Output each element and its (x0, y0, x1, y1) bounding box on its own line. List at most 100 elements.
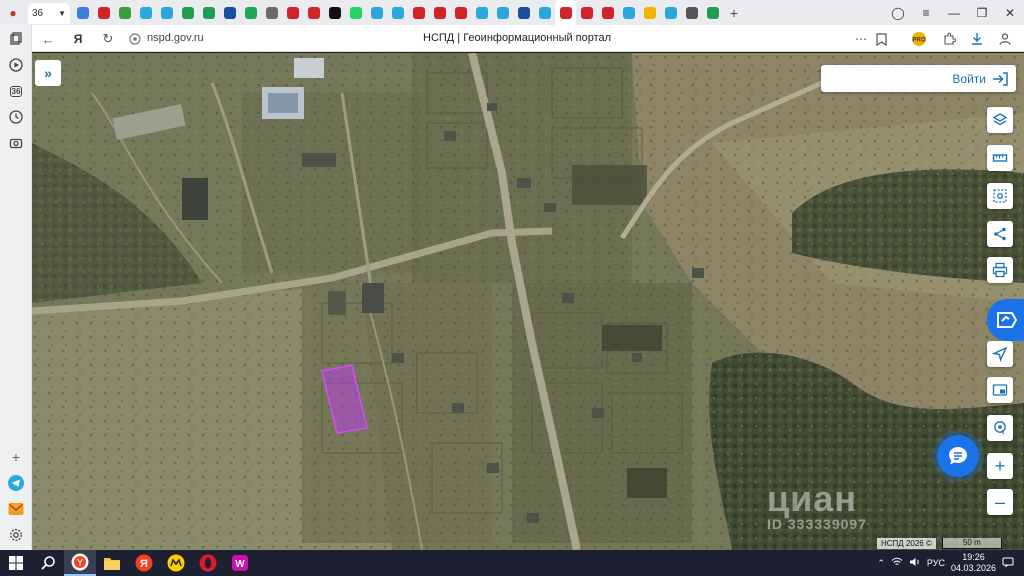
browser-tab[interactable] (282, 0, 303, 25)
browser-tab[interactable] (387, 0, 408, 25)
clock[interactable]: 19:26 04.03.2026 (951, 552, 996, 574)
reload-icon[interactable]: ↻ (98, 29, 118, 49)
browser-tab[interactable] (576, 0, 597, 25)
chat-button[interactable] (937, 435, 979, 477)
extensions-icon[interactable] (940, 30, 958, 48)
browser-tab[interactable] (534, 0, 555, 25)
history-icon[interactable] (6, 107, 26, 127)
notifications-icon[interactable] (1002, 557, 1014, 570)
counter-36-label: 36 (9, 85, 23, 97)
network-icon[interactable] (891, 557, 903, 569)
minimize-icon[interactable]: — (940, 6, 968, 20)
browser-tab[interactable] (198, 0, 219, 25)
tab-favicon-icon (391, 6, 404, 19)
yandex-icon[interactable]: Я (128, 550, 160, 576)
browser-tab[interactable] (429, 0, 450, 25)
wildberries-icon[interactable]: W (224, 550, 256, 576)
address-url[interactable]: nspd.gov.ru (147, 32, 204, 44)
mail-icon[interactable] (6, 499, 26, 519)
yandex-icon[interactable]: Я (68, 29, 88, 49)
browser-tab[interactable] (72, 0, 93, 25)
login-button[interactable]: Войти (821, 65, 1016, 92)
map-viewport[interactable]: » Войти + – циан ID 333339097 НСПД 2026 … (32, 53, 1024, 550)
locate-button[interactable] (987, 341, 1013, 367)
site-info-icon[interactable] (125, 29, 145, 49)
zoom-in-button[interactable]: + (987, 453, 1013, 479)
share-button[interactable] (987, 221, 1013, 247)
tab-favicon-icon (685, 6, 698, 19)
yandex-browser-icon[interactable]: Y (64, 550, 96, 576)
browser-tab[interactable] (114, 0, 135, 25)
downloads-icon[interactable] (968, 30, 986, 48)
chevron-down-icon[interactable]: ▼ (58, 9, 66, 18)
browser-tab[interactable] (639, 0, 660, 25)
telegram-icon[interactable] (6, 473, 26, 493)
bookmark-icon[interactable] (872, 30, 890, 48)
select-area-button[interactable] (987, 183, 1013, 209)
volume-icon[interactable] (909, 557, 921, 569)
ruler-icon (992, 154, 1008, 162)
browser-logo-icon[interactable]: ● (0, 0, 26, 25)
file-explorer-icon[interactable] (96, 550, 128, 576)
print-button[interactable] (987, 257, 1013, 283)
add-icon[interactable]: + (6, 447, 26, 467)
extension-pro-icon[interactable]: PRO (910, 30, 928, 48)
tab-counter[interactable]: 36 ▼ (28, 3, 70, 24)
browser-tab[interactable] (177, 0, 198, 25)
play-icon[interactable] (6, 55, 26, 75)
browser-tab[interactable] (219, 0, 240, 25)
screen-button[interactable] (987, 377, 1013, 403)
browser-tab[interactable] (597, 0, 618, 25)
collections-icon[interactable] (6, 29, 26, 49)
browser-tab[interactable] (660, 0, 681, 25)
keyboard-language[interactable]: РУС (927, 558, 945, 568)
browser-tab[interactable] (450, 0, 471, 25)
settings-icon[interactable] (6, 525, 26, 545)
more-options-icon[interactable]: ⋯ (852, 30, 870, 48)
tray-overflow-icon[interactable]: ⌃ (877, 558, 885, 569)
profile-icon[interactable]: ◯ (884, 6, 912, 20)
zoom-out-button[interactable]: – (987, 489, 1013, 515)
browser-tab[interactable] (135, 0, 156, 25)
restore-icon[interactable]: ❐ (968, 6, 996, 20)
browser-tab[interactable] (492, 0, 513, 25)
browser-tab[interactable] (513, 0, 534, 25)
opera-icon[interactable] (192, 550, 224, 576)
account-icon[interactable] (996, 30, 1014, 48)
widget-icon (997, 312, 1018, 328)
browser-tab[interactable] (261, 0, 282, 25)
side-widget-button[interactable] (987, 299, 1024, 341)
browser-tab[interactable] (366, 0, 387, 25)
search-icon[interactable] (32, 550, 64, 576)
browser-tab[interactable] (408, 0, 429, 25)
browser-tab[interactable] (681, 0, 702, 25)
layers-button[interactable] (987, 107, 1013, 133)
browser-tab[interactable] (471, 0, 492, 25)
browser-tab[interactable] (702, 0, 723, 25)
yandex-music-icon[interactable] (160, 550, 192, 576)
share-icon (994, 227, 1006, 241)
counter-36-icon[interactable]: 36 (6, 81, 26, 101)
browser-tab[interactable] (156, 0, 177, 25)
tab-favicon-icon (580, 6, 593, 19)
login-icon (993, 71, 1008, 86)
browser-tab[interactable] (618, 0, 639, 25)
tab-favicon-icon (622, 6, 635, 19)
geo-pin-button[interactable] (987, 415, 1013, 441)
windows-start-icon[interactable] (0, 550, 32, 576)
browser-tab[interactable] (345, 0, 366, 25)
browser-tab[interactable] (93, 0, 114, 25)
browser-tab[interactable] (555, 0, 576, 25)
chat-icon (949, 447, 967, 465)
browser-tab[interactable] (324, 0, 345, 25)
tab-list (72, 0, 723, 25)
camera-icon[interactable] (6, 133, 26, 153)
new-tab-button[interactable]: + (723, 5, 745, 21)
ruler-button[interactable] (987, 145, 1013, 171)
browser-tab[interactable] (303, 0, 324, 25)
menu-icon[interactable]: ≡ (912, 6, 940, 20)
expand-panel-button[interactable]: » (35, 60, 61, 86)
close-icon[interactable]: ✕ (996, 6, 1024, 20)
back-icon[interactable]: ← (38, 29, 58, 49)
browser-tab[interactable] (240, 0, 261, 25)
